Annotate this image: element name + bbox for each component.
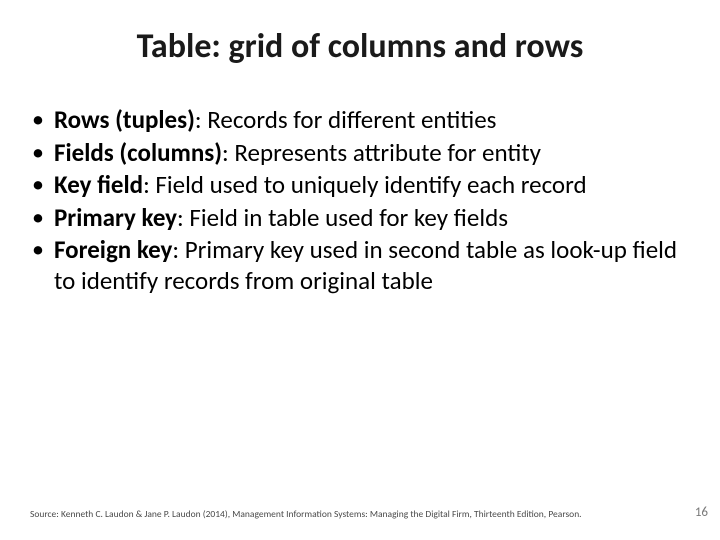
desc: : Represents attribute for entity — [222, 137, 541, 168]
source-citation: Source: Kenneth C. Laudon & Jane P. Laud… — [30, 509, 670, 520]
page-number: 16 — [695, 505, 708, 520]
slide: Table: grid of columns and rows Rows (tu… — [0, 0, 720, 540]
term: Rows (tuples) — [54, 104, 195, 135]
desc: : Field in table used for key fields — [177, 202, 508, 233]
slide-title: Table: grid of columns and rows — [0, 0, 720, 75]
bullet-list: Rows (tuples): Records for different ent… — [28, 105, 692, 296]
slide-content: Rows (tuples): Records for different ent… — [0, 75, 720, 296]
term: Fields (columns) — [54, 137, 222, 168]
term: Foreign key — [54, 234, 172, 265]
desc: : Field used to uniquely identify each r… — [143, 169, 587, 200]
term: Key field — [54, 169, 143, 200]
term: Primary key — [54, 202, 177, 233]
list-item: Rows (tuples): Records for different ent… — [28, 105, 692, 136]
list-item: Fields (columns): Represents attribute f… — [28, 138, 692, 169]
list-item: Key field: Field used to uniquely identi… — [28, 170, 692, 201]
desc: : Records for different entities — [195, 104, 497, 135]
list-item: Foreign key: Primary key used in second … — [28, 235, 692, 296]
list-item: Primary key: Field in table used for key… — [28, 203, 692, 234]
